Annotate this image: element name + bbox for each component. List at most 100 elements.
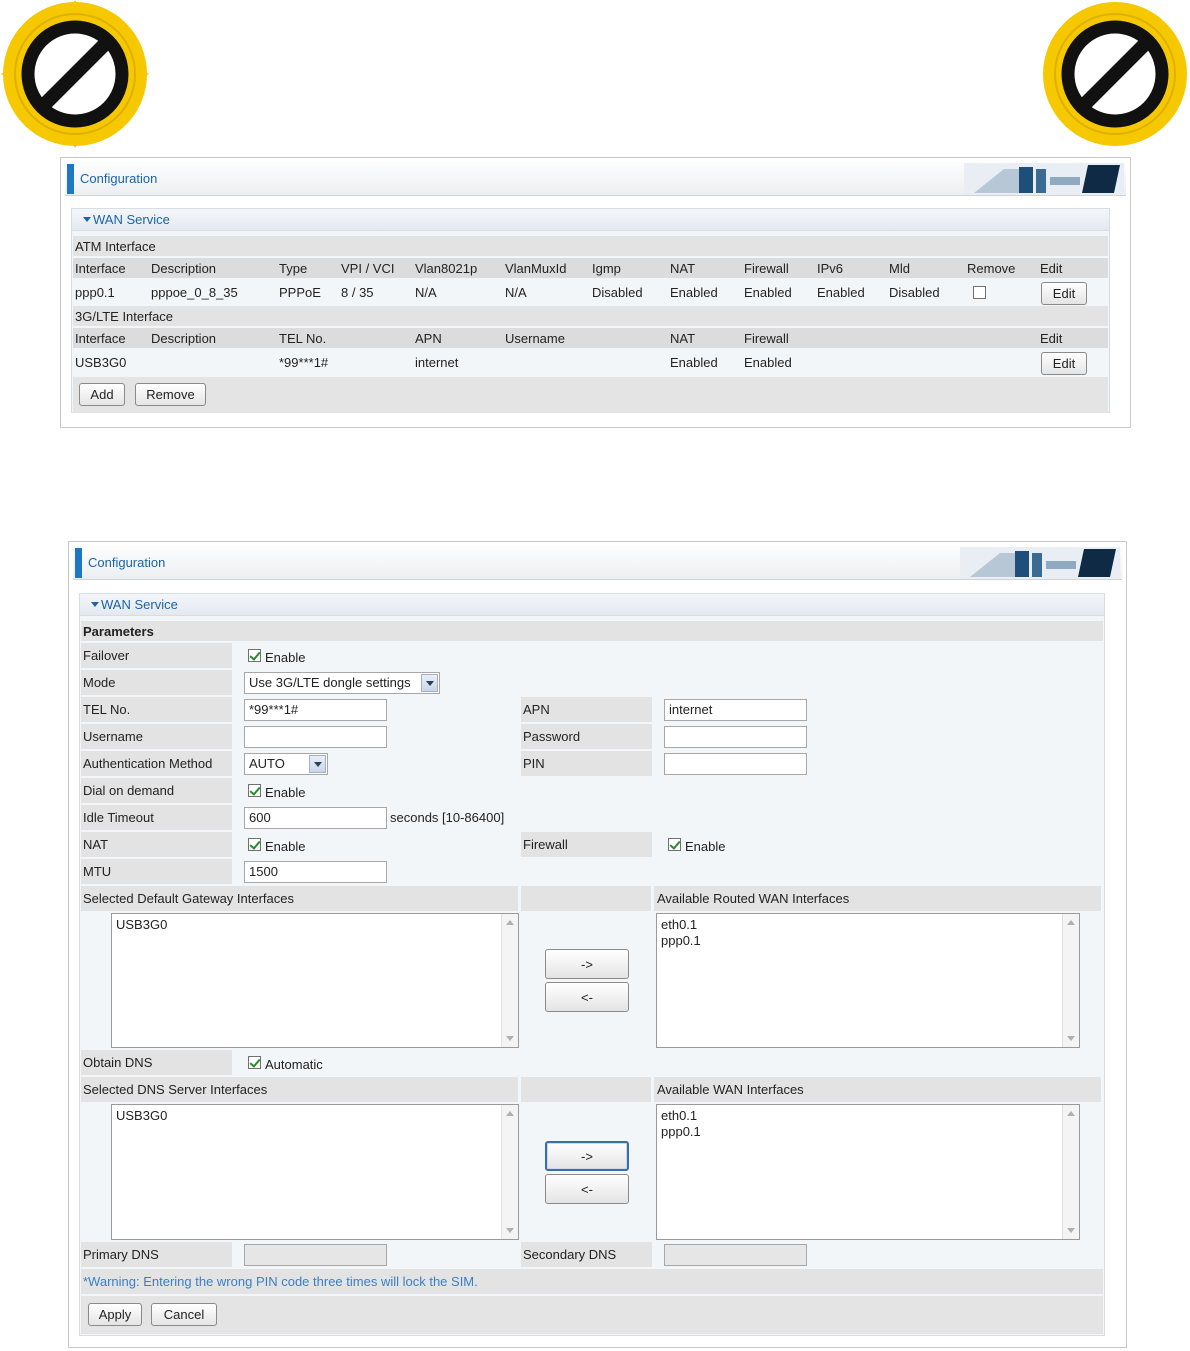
chevron-down-icon xyxy=(421,674,438,692)
list-item[interactable]: USB3G0 xyxy=(116,917,167,932)
wan-service-section: WAN Service Parameters Failover Enable M… xyxy=(79,593,1105,1336)
col-description: Description xyxy=(151,261,217,276)
apply-button[interactable]: Apply xyxy=(88,1303,142,1326)
section-title: WAN Service xyxy=(93,212,170,227)
dial-on-demand-enable-text: Enable xyxy=(265,785,306,800)
collapse-triangle-icon xyxy=(83,217,91,222)
obtain-dns-text: Automatic xyxy=(265,1057,323,1072)
nat-checkbox[interactable] xyxy=(248,838,261,851)
tel-no-input[interactable]: *99***1# xyxy=(244,699,387,721)
available-routed-wan-listbox[interactable]: eth0.1 ppp0.1 xyxy=(656,913,1080,1048)
move-right-button[interactable]: -> xyxy=(545,949,629,979)
failover-checkbox[interactable] xyxy=(248,649,261,662)
lte-edit-button[interactable]: Edit xyxy=(1041,352,1087,375)
secondary-dns-input[interactable] xyxy=(664,1244,807,1266)
scrollbar[interactable] xyxy=(501,1105,518,1239)
list-item[interactable]: eth0.1 xyxy=(661,917,697,932)
auth-method-label: Authentication Method xyxy=(83,756,213,771)
col-remove: Remove xyxy=(967,261,1016,276)
dns-move-right-button[interactable]: -> xyxy=(545,1141,629,1171)
mode-select[interactable]: Use 3G/LTE dongle settings xyxy=(244,672,440,694)
header-decoration-image xyxy=(960,547,1120,579)
lte-interface-heading: 3G/LTE Interface xyxy=(75,309,174,324)
available-routed-wan-label: Available Routed WAN Interfaces xyxy=(657,891,850,906)
mtu-input[interactable]: 1500 xyxy=(244,861,387,883)
atm-vlanmuxid-cell: N/A xyxy=(505,285,527,300)
atm-mld-cell: Disabled xyxy=(889,285,940,300)
header-accent-bar xyxy=(67,164,74,194)
dns-move-left-button[interactable]: <- xyxy=(545,1174,629,1204)
pin-label: PIN xyxy=(523,756,545,771)
col-firewall: Firewall xyxy=(744,331,789,346)
selected-dns-label: Selected DNS Server Interfaces xyxy=(83,1082,268,1097)
chevron-down-icon xyxy=(309,755,326,773)
apn-input[interactable]: internet xyxy=(664,699,807,721)
page-title: Configuration xyxy=(88,555,166,570)
wan-service-section: WAN Service ATM Interface Interface Desc… xyxy=(71,208,1110,413)
available-wan-label: Available WAN Interfaces xyxy=(657,1082,804,1097)
mode-label: Mode xyxy=(83,675,116,690)
remove-checkbox[interactable] xyxy=(973,286,986,299)
list-item[interactable]: ppp0.1 xyxy=(661,933,701,948)
atm-column-header-row xyxy=(73,258,1108,278)
list-item[interactable]: ppp0.1 xyxy=(661,1124,701,1139)
add-button[interactable]: Add xyxy=(79,383,125,406)
prohibited-sign-icon xyxy=(1043,2,1187,146)
remove-button[interactable]: Remove xyxy=(135,383,206,406)
col-description: Description xyxy=(151,331,217,346)
pin-warning-text: *Warning: Entering the wrong PIN code th… xyxy=(83,1274,478,1289)
col-type: Type xyxy=(279,261,308,276)
auth-method-select[interactable]: AUTO xyxy=(244,753,328,775)
wan-service-config-panel: Configuration WAN Service Parameters Fai… xyxy=(68,541,1127,1348)
firewall-checkbox[interactable] xyxy=(668,838,681,851)
panel-header: Configuration xyxy=(73,546,1122,580)
col-vpi-vci: VPI / VCI xyxy=(341,261,395,276)
panel-header: Configuration xyxy=(65,162,1126,196)
username-label: Username xyxy=(83,729,143,744)
available-wan-listbox[interactable]: eth0.1 ppp0.1 xyxy=(656,1104,1080,1240)
username-input[interactable] xyxy=(244,726,387,748)
gateway-middle-header xyxy=(521,886,651,911)
parameters-heading: Parameters xyxy=(83,624,154,639)
section-header[interactable]: WAN Service xyxy=(80,594,1104,616)
list-item[interactable]: USB3G0 xyxy=(116,1108,167,1123)
scroll-up-icon xyxy=(1067,920,1075,925)
lte-tel-no-cell: *99***1# xyxy=(279,355,329,370)
selected-gateway-listbox[interactable]: USB3G0 xyxy=(111,913,519,1048)
scrollbar[interactable] xyxy=(1062,1105,1079,1239)
idle-timeout-input[interactable]: 600 xyxy=(244,807,387,829)
selected-dns-listbox[interactable]: USB3G0 xyxy=(111,1104,519,1240)
col-nat: NAT xyxy=(670,261,696,276)
cancel-button[interactable]: Cancel xyxy=(151,1303,217,1326)
dial-on-demand-label: Dial on demand xyxy=(83,783,175,798)
dial-on-demand-checkbox[interactable] xyxy=(248,784,261,797)
atm-vpi-vci-cell: 8 / 35 xyxy=(341,285,374,300)
primary-dns-label: Primary DNS xyxy=(83,1247,159,1262)
selected-gateway-label: Selected Default Gateway Interfaces xyxy=(83,891,295,906)
failover-enable-text: Enable xyxy=(265,650,306,665)
button-bar xyxy=(81,1296,1103,1334)
obtain-dns-checkbox[interactable] xyxy=(248,1056,261,1069)
atm-interface-heading: ATM Interface xyxy=(75,239,156,254)
move-left-button[interactable]: <- xyxy=(545,982,629,1012)
mtu-label: MTU xyxy=(83,864,112,879)
lte-nat-cell: Enabled xyxy=(670,355,718,370)
col-username: Username xyxy=(505,331,565,346)
primary-dns-input[interactable] xyxy=(244,1244,387,1266)
scrollbar[interactable] xyxy=(1062,914,1079,1047)
password-label: Password xyxy=(523,729,581,744)
idle-timeout-label: Idle Timeout xyxy=(83,810,154,825)
atm-edit-button[interactable]: Edit xyxy=(1041,282,1087,305)
atm-type-cell: PPPoE xyxy=(279,285,321,300)
firewall-enable-text: Enable xyxy=(685,839,726,854)
atm-ipv6-cell: Enabled xyxy=(817,285,865,300)
idle-timeout-hint: seconds [10-86400] xyxy=(390,810,505,825)
scroll-down-icon xyxy=(506,1228,514,1233)
prohibited-sign-icon xyxy=(1,0,149,148)
col-mld: Mld xyxy=(889,261,910,276)
section-header[interactable]: WAN Service xyxy=(72,209,1109,231)
password-input[interactable] xyxy=(664,726,807,748)
scrollbar[interactable] xyxy=(501,914,518,1047)
list-item[interactable]: eth0.1 xyxy=(661,1108,697,1123)
pin-input[interactable] xyxy=(664,753,807,775)
